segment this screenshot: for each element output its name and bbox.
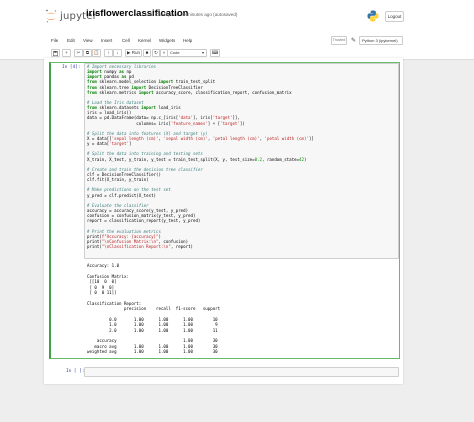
checkpoint-status: Last Checkpoint: 20 minutes ago (autosav… xyxy=(145,12,238,17)
empty-code-input[interactable] xyxy=(84,367,399,377)
chevron-down-icon: ▾ xyxy=(201,50,204,55)
stop-icon: ■ xyxy=(145,50,149,55)
code-token: 'petal length (cm)' xyxy=(212,135,260,141)
code-token: 'petal width (cm)' xyxy=(264,135,309,141)
save-button[interactable] xyxy=(51,49,60,57)
cell-prompt-empty: In [ ]: xyxy=(66,369,85,374)
code-token: load_iris xyxy=(156,105,181,111)
code-line: X_train, X_test, y_train, y_test = train… xyxy=(87,157,314,162)
code-token: print( xyxy=(87,243,102,249)
menu-help[interactable]: Help xyxy=(183,38,192,43)
kernel-indicator[interactable]: Python 3 (ipykernel) xyxy=(359,36,403,45)
code-token: report = classification_report(y_test, y… xyxy=(87,218,201,224)
menu-edit[interactable]: Edit xyxy=(67,38,75,43)
code-token: 0.2 xyxy=(254,156,263,162)
menu-file[interactable]: File xyxy=(51,38,58,43)
logout-button[interactable]: Logout xyxy=(385,11,404,22)
cut-cell-button[interactable]: ✂ xyxy=(74,49,83,57)
code-token: ] + [ xyxy=(207,120,221,126)
menu-view[interactable]: View xyxy=(83,38,93,43)
code-token: , random_state= xyxy=(262,156,299,162)
jupyter-logo-icon xyxy=(45,9,57,23)
code-token: ] xyxy=(128,141,132,147)
command-palette-button[interactable]: ⌨ xyxy=(210,49,220,57)
code-token: 'feature_names' xyxy=(170,120,208,126)
output-line: precision recall f1-score support xyxy=(87,306,221,312)
copy-cell-button[interactable]: ⧉ xyxy=(83,49,92,57)
output-line: weighted avg 1.00 1.00 1.00 30 xyxy=(87,349,218,355)
menu-cell[interactable]: Cell xyxy=(122,38,130,43)
output-line: 1.0 1.00 1.00 1.00 9 xyxy=(87,322,218,328)
code-token: y_pred = clf.predict(X_test) xyxy=(87,192,157,198)
kernel-name: Python 3 (ipykernel) xyxy=(362,38,398,43)
python-logo-icon xyxy=(367,9,379,27)
notebook-header: jupyter irisflowerclassification Last Ch… xyxy=(0,0,474,34)
trusted-badge[interactable]: Trusted xyxy=(331,36,347,45)
code-token: "\nClassification Report:\n" xyxy=(101,243,171,249)
run-button[interactable]: ▶ Run xyxy=(125,49,142,57)
move-down-button[interactable]: ↓ xyxy=(113,49,122,57)
code-token: , report) xyxy=(170,243,193,249)
code-token: ]) xyxy=(239,120,245,126)
restart-icon: ↻ xyxy=(154,50,158,55)
restart-button[interactable]: ↻ xyxy=(152,49,160,57)
code-token: 'target' xyxy=(220,120,240,126)
code-token: ) xyxy=(303,156,307,162)
interrupt-button[interactable]: ■ xyxy=(143,49,151,57)
code-token: from xyxy=(87,89,97,95)
menu-kernel[interactable]: Kernel xyxy=(138,38,151,43)
code-token: 'target' xyxy=(109,141,129,147)
run-label: Run xyxy=(131,50,140,55)
fast-forward-icon: » xyxy=(162,50,166,55)
code-token: sklearn.metrics xyxy=(96,89,139,95)
insert-cell-button[interactable]: + xyxy=(62,49,71,57)
code-token: columns= iris[ xyxy=(87,120,171,126)
paste-cell-button[interactable]: 📋 xyxy=(92,49,101,57)
output-line: 2.0 1.00 1.00 1.00 11 xyxy=(87,327,218,333)
code-line: print("\nClassification Report:\n", repo… xyxy=(87,244,314,249)
move-up-button[interactable]: ↑ xyxy=(104,49,113,57)
menu-widgets[interactable]: Widgets xyxy=(159,38,175,43)
code-editor[interactable]: # Import necessary libraries import numpy… xyxy=(87,64,314,249)
menu-insert[interactable]: Insert xyxy=(101,38,112,43)
edit-mode-pencil-icon: ✎ xyxy=(351,38,357,44)
keyboard-icon: ⌨ xyxy=(211,50,219,55)
code-token: ]] xyxy=(308,135,314,141)
cell-output: Accuracy: 1.0 Confusion Matrix: [[10 0 0]… xyxy=(87,263,220,355)
code-token: accuracy_score, classification_report, c… xyxy=(153,89,292,95)
cell-type-value: Code xyxy=(170,50,180,55)
code-token: X_train, X_test, y_train, y_test = train… xyxy=(87,156,255,162)
code-token: import xyxy=(141,105,157,111)
cell-type-select[interactable]: Code ▾ xyxy=(167,49,207,57)
code-token: 'sepal width (cm)' xyxy=(163,135,208,141)
save-icon xyxy=(53,50,58,57)
code-token: clf.fit(X_train, y_train) xyxy=(87,177,149,183)
code-token: y = data[ xyxy=(87,141,110,147)
code-token: import xyxy=(138,89,154,95)
code-line: from sklearn.metrics import accuracy_sco… xyxy=(87,90,314,95)
cell-prompt: In [4]: xyxy=(62,65,81,70)
run-icon: ▶ xyxy=(127,50,131,55)
